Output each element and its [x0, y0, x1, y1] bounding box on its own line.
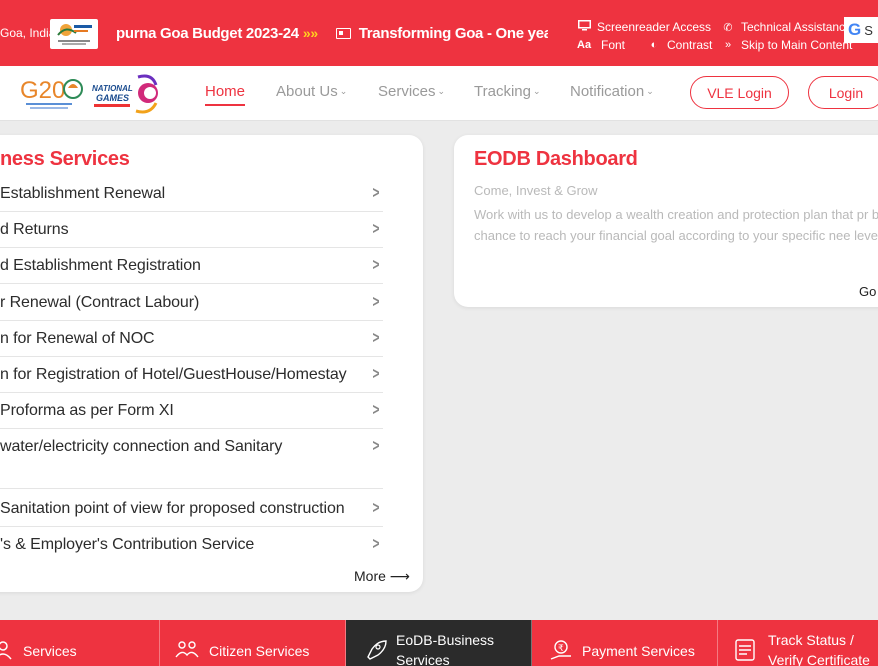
chevron-down-icon: ⌄ — [437, 86, 446, 96]
chevron-right-icon: > — [372, 255, 380, 274]
chevron-right-icon: > — [372, 400, 380, 419]
arrow-right-icon: ⟶ — [389, 568, 410, 584]
technical-assistance-link[interactable]: ✆ Technical Assistance — [721, 20, 851, 34]
service-item[interactable]: Proforma as per Form XI > — [0, 393, 383, 429]
chevron-right-icon: > — [372, 328, 380, 347]
screenreader-access-link[interactable]: Screenreader Access — [577, 20, 711, 34]
rocket-icon — [362, 639, 388, 661]
contrast-control[interactable]: ◐ Contrast — [647, 38, 713, 52]
service-item[interactable]: Establishment Renewal > — [0, 176, 383, 212]
chevron-down-icon: ⌄ — [646, 86, 654, 96]
double-chevron-icon: »» — [302, 25, 318, 41]
bottom-service-tabs: Services Citizen Services EoDB-Business … — [0, 620, 878, 666]
service-item[interactable]: r Renewal (Contract Labour) > — [0, 285, 383, 321]
svg-text:GAMES: GAMES — [96, 93, 129, 103]
monitor-icon — [577, 20, 591, 34]
svg-text:G20: G20 — [20, 77, 65, 104]
tab-payment-services[interactable]: ₹ Payment Services — [532, 620, 718, 666]
chevron-right-icon: > — [372, 534, 380, 553]
svg-text:NATIONAL: NATIONAL — [92, 84, 133, 93]
main-navbar: G20 NATIONAL GAMES Home About Us ⌄ Servic… — [0, 66, 878, 121]
national-games-logo[interactable]: NATIONAL GAMES — [90, 71, 158, 115]
contrast-icon: ◐ — [650, 39, 658, 51]
chevron-right-icon: > — [372, 292, 380, 311]
chevron-down-icon: ⌄ — [532, 86, 541, 96]
chevron-right-icon: > — [372, 364, 380, 383]
more-link[interactable]: More ⟶ — [354, 568, 410, 585]
service-item[interactable]: water/electricity connection and Sanitar… — [0, 429, 383, 489]
eodb-dashboard-card: EODB Dashboard Come, Invest & Grow Work … — [454, 135, 878, 307]
card-title: EODB Dashboard — [474, 148, 638, 170]
nav-tracking[interactable]: Tracking ⌄ — [474, 83, 541, 100]
ticker-item[interactable]: Transforming Goa - One year of — [335, 25, 548, 42]
tab-eodb-business-services[interactable]: EoDB-Business Services — [346, 620, 532, 666]
svg-text:₹: ₹ — [558, 644, 564, 654]
login-button[interactable]: Login — [808, 76, 878, 109]
news-ticker[interactable]: purna Goa Budget 2023-24»» Transforming … — [116, 25, 548, 45]
nav-home[interactable]: Home — [205, 83, 246, 106]
card-title: ness Services — [0, 148, 130, 170]
card-description: Work with us to develop a wealth creatio… — [474, 207, 878, 243]
citizen-icon — [174, 639, 200, 661]
font-size-icon: Aa — [577, 39, 592, 51]
top-banner: Goa, India purna Goa Budget 2023-24»» Tr… — [0, 0, 878, 66]
go-link[interactable]: Go — [859, 284, 876, 299]
service-item[interactable]: d Establishment Registration > — [0, 248, 383, 284]
users-icon — [0, 639, 16, 661]
tab-citizen-services[interactable]: Citizen Services — [160, 620, 346, 666]
g20-logo[interactable]: G20 — [18, 72, 88, 114]
ticker-item[interactable]: purna Goa Budget 2023-24»» — [116, 25, 332, 42]
chevron-right-icon: > — [372, 436, 380, 455]
double-chevron-down-icon: » — [724, 39, 732, 51]
tab-services[interactable]: Services — [0, 620, 160, 666]
nav-about-us[interactable]: About Us ⌄ — [276, 83, 347, 100]
phone-icon: ✆ — [723, 21, 733, 34]
font-size-control[interactable]: Aa Font — [577, 38, 625, 52]
google-icon: G — [848, 20, 862, 39]
chevron-right-icon: > — [372, 183, 380, 202]
service-item[interactable]: d Returns > — [0, 212, 383, 248]
azadi-ka-amrit-mahotsav-logo — [50, 19, 98, 49]
newspaper-icon — [335, 28, 351, 39]
nav-notification[interactable]: Notification ⌄ — [570, 83, 654, 100]
checklist-icon — [733, 639, 759, 661]
service-item[interactable]: Sanitation point of view for proposed co… — [0, 491, 383, 527]
nav-services[interactable]: Services ⌄ — [378, 83, 445, 100]
card-subtitle: Come, Invest & Grow — [474, 183, 598, 198]
chevron-right-icon: > — [372, 219, 380, 238]
chevron-down-icon: ⌄ — [339, 86, 348, 96]
location-text: Goa, India — [0, 26, 56, 40]
vle-login-button[interactable]: VLE Login — [690, 76, 789, 109]
service-item[interactable]: 's & Employer's Contribution Service > — [0, 527, 383, 563]
service-item[interactable]: n for Renewal of NOC > — [0, 321, 383, 357]
tab-track-status[interactable]: Track Status / Verify Certificate — [718, 620, 878, 666]
skip-to-main-link[interactable]: » Skip to Main Content — [721, 38, 852, 52]
google-translate-widget[interactable]: G S — [844, 17, 878, 43]
payment-icon: ₹ — [549, 639, 575, 661]
business-services-card: ness Services Establishment Renewal > d R… — [0, 135, 423, 592]
service-item[interactable]: n for Registration of Hotel/GuestHouse/H… — [0, 357, 383, 393]
chevron-right-icon: > — [372, 498, 380, 517]
